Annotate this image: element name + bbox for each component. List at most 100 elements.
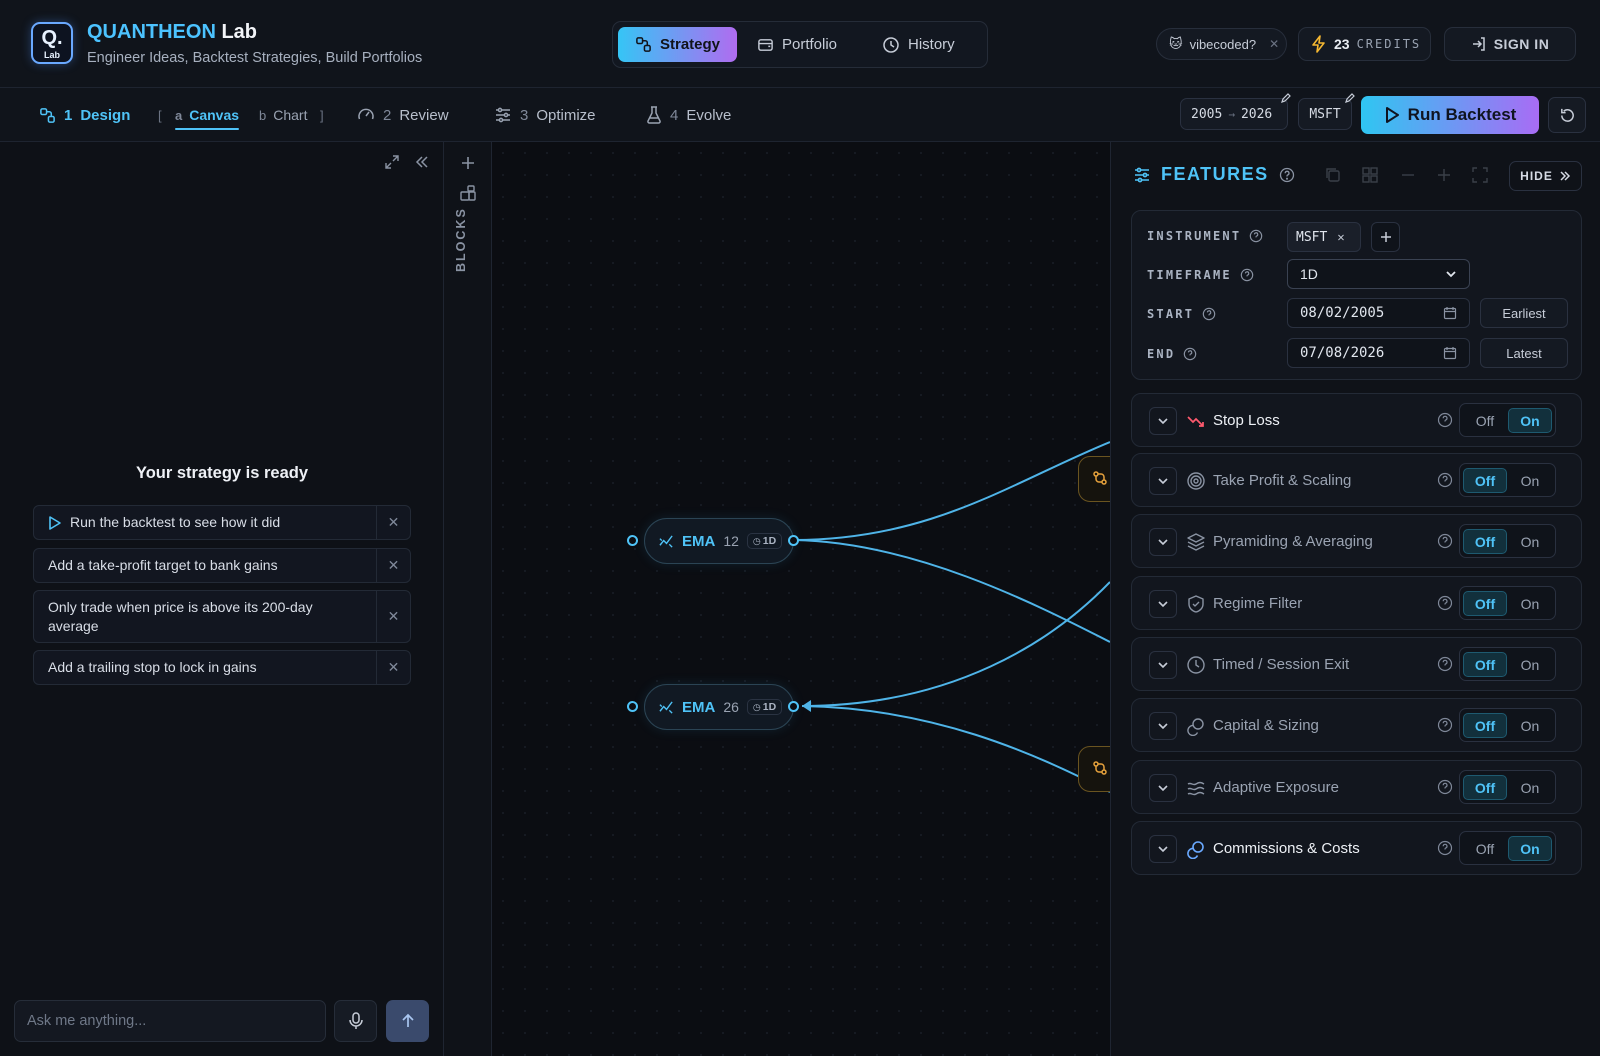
node-input-port[interactable] (627, 535, 638, 546)
help-icon[interactable] (1437, 656, 1453, 672)
step-review[interactable]: 2 Review (357, 88, 449, 142)
help-icon[interactable] (1240, 268, 1254, 282)
add-instrument-button[interactable] (1371, 222, 1400, 252)
copy-icon[interactable] (1324, 166, 1344, 186)
dismiss-suggestion-icon[interactable]: ✕ (376, 506, 410, 539)
dismiss-suggestion-icon[interactable]: ✕ (376, 651, 410, 684)
app-logo[interactable]: Q. Lab (31, 22, 73, 64)
credits-display[interactable]: 23 CREDITS (1298, 27, 1431, 61)
reset-button[interactable] (1548, 97, 1586, 133)
help-icon[interactable] (1437, 595, 1453, 611)
toggle-on[interactable]: On (1508, 468, 1552, 493)
condition-node[interactable] (1078, 746, 1110, 792)
toggle-off[interactable]: Off (1463, 713, 1507, 738)
expand-feature-button[interactable] (1149, 590, 1177, 618)
tab-portfolio[interactable]: Portfolio (740, 27, 854, 62)
substep-canvas[interactable]: a Canvas (175, 88, 240, 142)
calendar-icon[interactable] (1443, 346, 1457, 360)
step-evolve[interactable]: 4 Evolve (646, 88, 731, 142)
latest-button[interactable]: Latest (1480, 338, 1568, 368)
suggestion-item[interactable]: Add a take-profit target to bank gains ✕ (33, 548, 411, 583)
toggle-on[interactable]: On (1508, 652, 1552, 677)
node-input-port[interactable] (627, 701, 638, 712)
step-design[interactable]: 1 Design (39, 88, 130, 142)
regime-filter-toggle[interactable]: Off On (1459, 586, 1556, 620)
expand-feature-button[interactable] (1149, 774, 1177, 802)
microphone-button[interactable] (334, 1000, 377, 1042)
help-icon[interactable] (1437, 472, 1453, 488)
expand-feature-button[interactable] (1149, 467, 1177, 495)
zoom-in-icon[interactable] (1435, 166, 1455, 186)
tab-strategy[interactable]: Strategy (618, 27, 738, 62)
take-profit-toggle[interactable]: Off On (1459, 463, 1556, 497)
stop-loss-toggle[interactable]: Off On (1459, 403, 1556, 437)
ema-node[interactable]: EMA 12 ◷ 1D (644, 518, 794, 564)
toggle-off[interactable]: Off (1463, 468, 1507, 493)
node-output-port[interactable] (788, 535, 799, 546)
zoom-out-icon[interactable] (1399, 166, 1419, 186)
ema-node[interactable]: EMA 26 ◷ 1D (644, 684, 794, 730)
close-icon[interactable]: ✕ (1269, 37, 1279, 51)
toggle-off[interactable]: Off (1463, 652, 1507, 677)
expand-feature-button[interactable] (1149, 528, 1177, 556)
toggle-on[interactable]: On (1508, 713, 1552, 738)
toggle-off[interactable]: Off (1463, 591, 1507, 616)
adaptive-exposure-toggle[interactable]: Off On (1459, 770, 1556, 804)
earliest-button[interactable]: Earliest (1480, 298, 1568, 328)
calendar-icon[interactable] (1443, 306, 1457, 320)
run-backtest-button[interactable]: Run Backtest (1361, 96, 1539, 134)
toggle-on[interactable]: On (1508, 408, 1552, 433)
chat-input[interactable]: Ask me anything... (14, 1000, 326, 1042)
help-icon[interactable] (1437, 779, 1453, 795)
help-icon[interactable] (1437, 840, 1453, 856)
help-icon[interactable] (1279, 167, 1295, 183)
tab-history[interactable]: History (865, 27, 972, 62)
toggle-on[interactable]: On (1508, 775, 1552, 800)
add-block-icon[interactable] (460, 155, 476, 171)
toggle-off[interactable]: Off (1463, 529, 1507, 554)
timed-exit-toggle[interactable]: Off On (1459, 647, 1556, 681)
blocks-label[interactable]: BLOCKS (454, 207, 468, 272)
collapse-panel-icon[interactable] (414, 154, 430, 170)
edit-range-icon[interactable] (1280, 92, 1292, 104)
suggestion-item[interactable]: Only trade when price is above its 200-d… (33, 590, 411, 643)
instrument-chip[interactable]: MSFT ✕ (1287, 222, 1361, 252)
hide-features-button[interactable]: HIDE (1509, 161, 1582, 191)
help-icon[interactable] (1437, 717, 1453, 733)
blocks-icon[interactable] (459, 184, 477, 202)
suggestion-item[interactable]: Add a trailing stop to lock in gains ✕ (33, 650, 411, 685)
expand-feature-button[interactable] (1149, 712, 1177, 740)
edit-ticker-icon[interactable] (1344, 92, 1356, 104)
help-icon[interactable] (1437, 533, 1453, 549)
strategy-canvas[interactable]: EMA 12 ◷ 1D EMA 26 ◷ 1D (492, 142, 1110, 1056)
start-date-input[interactable]: 08/02/2005 (1287, 298, 1470, 328)
date-range-chip[interactable]: 2005 → 2026 (1180, 98, 1288, 130)
expand-feature-button[interactable] (1149, 835, 1177, 863)
pyramiding-toggle[interactable]: Off On (1459, 524, 1556, 558)
sign-in-button[interactable]: SIGN IN (1444, 27, 1576, 61)
send-button[interactable] (386, 1000, 429, 1042)
dismiss-suggestion-icon[interactable]: ✕ (376, 591, 410, 642)
toggle-on[interactable]: On (1508, 836, 1552, 861)
suggestion-item[interactable]: Run the backtest to see how it did ✕ (33, 505, 411, 540)
grid-icon[interactable] (1361, 166, 1381, 186)
node-output-port[interactable] (788, 701, 799, 712)
help-icon[interactable] (1437, 412, 1453, 428)
fit-view-icon[interactable] (1471, 166, 1491, 186)
toggle-off[interactable]: Off (1463, 775, 1507, 800)
commissions-toggle[interactable]: Off On (1459, 831, 1556, 865)
substep-chart[interactable]: b Chart (259, 88, 307, 142)
end-date-input[interactable]: 07/08/2026 (1287, 338, 1470, 368)
dismiss-suggestion-icon[interactable]: ✕ (376, 549, 410, 582)
help-icon[interactable] (1249, 229, 1263, 243)
timeframe-select[interactable]: 1D (1287, 259, 1470, 289)
capital-sizing-toggle[interactable]: Off On (1459, 708, 1556, 742)
expand-icon[interactable] (384, 154, 400, 170)
expand-feature-button[interactable] (1149, 407, 1177, 435)
help-icon[interactable] (1202, 307, 1216, 321)
toggle-off[interactable]: Off (1463, 408, 1507, 433)
help-icon[interactable] (1183, 347, 1197, 361)
condition-node[interactable] (1078, 456, 1110, 502)
toggle-on[interactable]: On (1508, 591, 1552, 616)
remove-instrument-icon[interactable]: ✕ (1337, 230, 1344, 244)
